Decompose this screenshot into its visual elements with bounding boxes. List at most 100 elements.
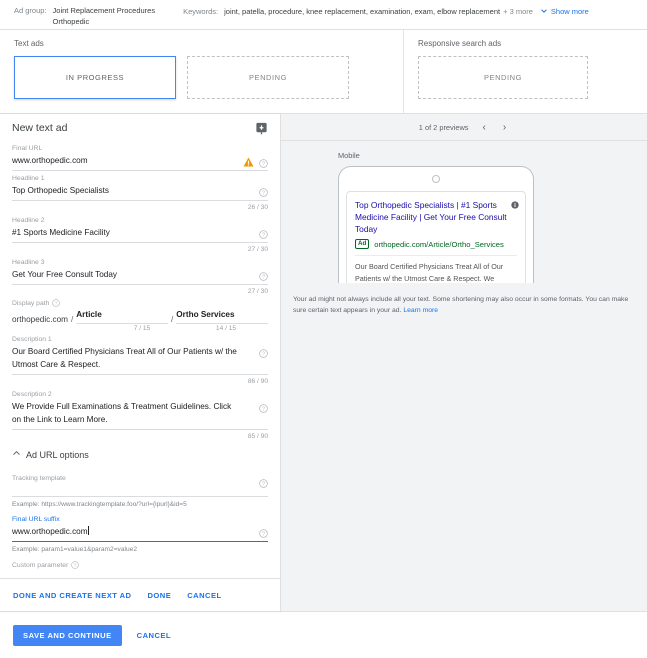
cancel-button[interactable]: CANCEL (187, 591, 221, 600)
keywords-more-count: + 3 more (503, 7, 533, 16)
headline-1-field[interactable]: Headline 1 Top Orthopedic Specialists ? … (12, 173, 268, 213)
text-ad-card-pending[interactable]: PENDING (187, 56, 349, 99)
headline-2-counter: 27 / 30 (247, 246, 268, 253)
display-path-segment-1-counter: 7 / 15 (133, 325, 151, 332)
description-2-value: We Provide Full Examinations & Treatment… (12, 402, 232, 424)
display-path-segment-1[interactable]: Article (76, 309, 168, 324)
ad-editor-page: Ad group: Joint Replacement Procedures O… (0, 0, 647, 658)
headline-1-value: Top Orthopedic Specialists (12, 186, 109, 195)
learn-more-link[interactable]: Learn more (403, 307, 438, 314)
svg-text:?: ? (262, 351, 265, 357)
footer-cancel-button[interactable]: CANCEL (137, 631, 171, 640)
help-icon[interactable]: ? (259, 345, 268, 358)
help-icon[interactable]: ? (259, 400, 268, 413)
display-path-field[interactable]: Display path ? orthopedic.com / Article … (12, 299, 269, 332)
ad-editor-scroll: New text ad Final URL www.orthopedic.com (0, 114, 280, 578)
pin-icon[interactable] (255, 122, 268, 135)
preview-ad-card: Top Orthopedic Specialists | #1 Sports M… (346, 191, 526, 283)
display-path-segment-1-value: Article (76, 310, 102, 319)
preview-ad-url: orthopedic.com/Article/Ortho_Services (374, 239, 504, 249)
final-url-suffix-value: www.orthopedic.com (12, 526, 89, 536)
phone-speaker-icon (432, 175, 440, 183)
main-area: New text ad Final URL www.orthopedic.com (0, 114, 647, 611)
page-footer: SAVE AND CONTINUE CANCEL (0, 611, 647, 658)
next-preview-button[interactable]: › (500, 122, 509, 133)
description-1-field[interactable]: Description 1 Our Board Certified Physic… (12, 334, 268, 387)
rsa-title: Responsive search ads (418, 39, 502, 48)
page-title: New text ad (12, 122, 68, 134)
preview-ad-title[interactable]: Top Orthopedic Specialists | #1 Sports M… (355, 200, 507, 234)
preview-ad-url-row: Ad orthopedic.com/Article/Ortho_Services (355, 239, 517, 249)
preview-counter: 1 of 2 previews (418, 122, 469, 132)
text-ads-column: Text ads IN PROGRESS PENDING (0, 30, 404, 113)
description-2-counter: 85 / 90 (247, 433, 268, 440)
description-1-value: Our Board Certified Physicians Treat All… (12, 347, 237, 369)
svg-text:?: ? (262, 161, 265, 167)
help-icon[interactable]: ? (259, 525, 268, 538)
help-icon[interactable]: ? (259, 226, 268, 239)
description-1-counter: 86 / 90 (247, 378, 268, 385)
description-2-field[interactable]: Description 2 We Provide Full Examinatio… (12, 389, 268, 442)
custom-parameter-name-input[interactable]: {_ Name (12, 572, 92, 578)
final-url-label: Final URL (12, 145, 43, 152)
display-path-label: Display path (12, 300, 50, 307)
custom-parameter-field[interactable]: Custom parameter ? {_ Name } = V (12, 561, 268, 578)
preview-note-text: Your ad might not always include all you… (293, 296, 629, 314)
preview-ad-title-row: Top Orthopedic Specialists | #1 Sports M… (355, 199, 519, 235)
headline-3-field[interactable]: Headline 3 Get Your Free Consult Today ?… (12, 257, 268, 297)
previous-preview-button[interactable]: ‹ (480, 122, 489, 133)
help-icon[interactable]: ? (259, 155, 268, 168)
ad-preview-panel: 1 of 2 previews ‹ › Mobile Top Orthopedi… (281, 114, 647, 611)
help-icon[interactable]: ? (259, 184, 268, 197)
chevron-down-icon[interactable] (540, 7, 548, 15)
headline-1-label: Headline 1 (12, 175, 45, 182)
description-2-label: Description 2 (12, 391, 52, 398)
help-icon[interactable]: ? (71, 561, 80, 570)
rsa-card-pending-label: PENDING (483, 73, 523, 82)
svg-text:?: ? (262, 274, 265, 280)
responsive-search-ads-column: Responsive search ads PENDING (404, 30, 647, 113)
custom-parameter-label: Custom parameter (12, 562, 69, 569)
rsa-card-pending[interactable]: PENDING (418, 56, 588, 99)
show-more-link[interactable]: Show more (551, 7, 589, 16)
headline-3-counter: 27 / 30 (247, 288, 268, 295)
tracking-template-value (12, 484, 268, 493)
help-icon[interactable]: ? (259, 268, 268, 281)
ad-url-options-toggle[interactable]: Ad URL options (12, 449, 268, 460)
headline-1-counter: 26 / 30 (247, 204, 268, 211)
preview-note: Your ad might not always include all you… (293, 295, 635, 316)
custom-parameter-value-input[interactable]: Value (108, 572, 244, 578)
info-icon[interactable] (511, 200, 519, 209)
adgroup-name: Joint Replacement Procedures (52, 6, 156, 15)
display-path-segment-2-value: Ortho Services (176, 310, 235, 319)
display-path-segment-2-counter: 14 / 15 (215, 325, 237, 332)
tracking-template-field[interactable]: Tracking template ? Example: https://www… (12, 473, 268, 510)
text-ad-card-in-progress[interactable]: IN PROGRESS (14, 56, 176, 99)
keywords-list: joint, patella, procedure, knee replacem… (224, 7, 501, 16)
final-url-field[interactable]: Final URL www.orthopedic.com ? (12, 143, 268, 171)
done-and-create-next-ad-button[interactable]: DONE AND CREATE NEXT AD (13, 591, 132, 600)
svg-text:?: ? (55, 301, 58, 306)
adgroup-sub: Orthopedic (52, 16, 90, 26)
done-button[interactable]: DONE (148, 591, 172, 600)
warning-icon[interactable] (243, 154, 254, 167)
text-ad-card-pending-label: PENDING (248, 73, 288, 82)
ad-badge: Ad (355, 239, 370, 249)
save-and-continue-button[interactable]: SAVE AND CONTINUE (13, 624, 122, 646)
svg-text:?: ? (262, 190, 265, 196)
keywords-block: Keywords: joint, patella, procedure, kne… (183, 6, 589, 16)
preview-header: 1 of 2 previews ‹ › (281, 114, 647, 141)
headline-2-field[interactable]: Headline 2 #1 Sports Medicine Facility ?… (12, 215, 268, 255)
svg-text:?: ? (262, 481, 265, 487)
preview-ad-divider (355, 255, 517, 256)
help-icon[interactable]: ? (52, 299, 61, 308)
phone-mockup: Top Orthopedic Specialists | #1 Sports M… (338, 166, 534, 283)
display-path-segment-2[interactable]: Ortho Services (176, 309, 269, 324)
ad-url-options-label: Ad URL options (26, 449, 89, 460)
final-url-suffix-hint: Example: param1=value1&param2=value2 (12, 546, 137, 553)
headline-3-label: Headline 3 (12, 259, 45, 266)
help-icon[interactable]: ? (259, 475, 268, 488)
adgroup-summary-bar: Ad group: Joint Replacement Procedures O… (0, 0, 647, 30)
headline-3-value: Get Your Free Consult Today (12, 270, 117, 279)
final-url-suffix-field[interactable]: Final URL suffix www.orthopedic.com ? Ex… (12, 514, 268, 555)
